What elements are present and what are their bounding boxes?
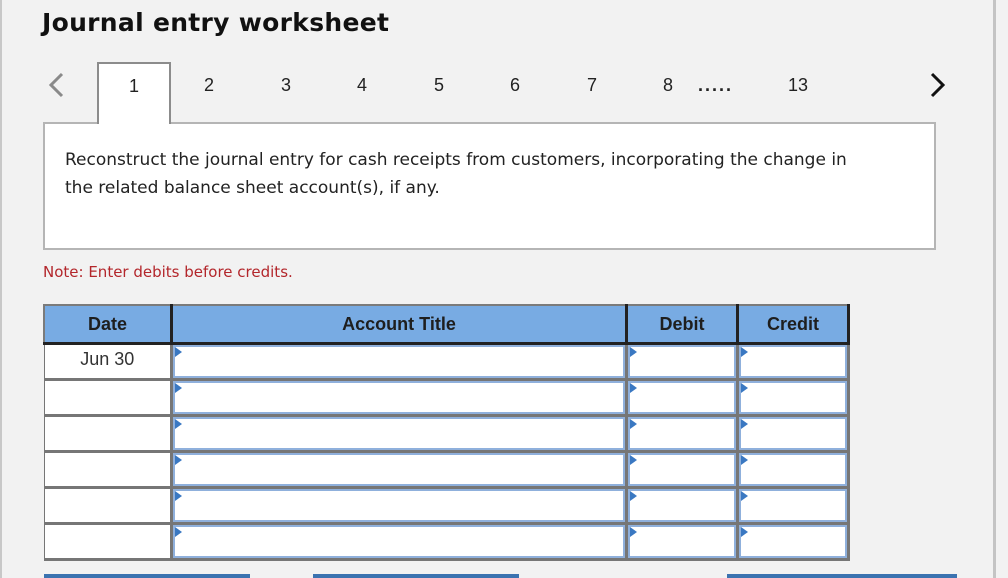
table-row: Jun 30 (43, 342, 850, 381)
note-text: Note: Enter debits before credits. (43, 263, 293, 281)
credit-input[interactable] (739, 345, 847, 378)
frame-left-border (0, 0, 2, 578)
debit-input[interactable] (628, 345, 736, 378)
next-button[interactable] (924, 70, 950, 100)
debit-input[interactable] (628, 453, 736, 486)
tab-label: 13 (787, 75, 809, 95)
tab-2[interactable]: 2 (172, 62, 246, 122)
pagination-ellipsis: ..... (698, 75, 734, 95)
tab-label: 1 (128, 76, 139, 96)
account-cell (170, 450, 628, 489)
tab-8[interactable]: 8 (631, 62, 705, 122)
account-cell (170, 414, 628, 453)
account-cell (170, 486, 628, 525)
credit-cell (736, 486, 850, 525)
table-row (43, 486, 850, 525)
credit-cell (736, 450, 850, 489)
tab-label: 7 (586, 75, 597, 95)
date-cell (43, 450, 173, 489)
debit-cell (625, 378, 739, 417)
page-title: Journal entry worksheet (42, 8, 390, 37)
question-text: Reconstruct the journal entry for cash r… (65, 150, 847, 198)
table-header-row: Date Account Title Debit Credit (43, 304, 850, 345)
bottom-button-3-edge[interactable] (727, 574, 957, 578)
credit-input[interactable] (739, 525, 847, 558)
date-cell: Jun 30 (43, 342, 173, 381)
tab-label: 8 (662, 75, 673, 95)
credit-cell (736, 522, 850, 561)
debit-cell (625, 414, 739, 453)
question-box: Reconstruct the journal entry for cash r… (43, 122, 936, 250)
account-title-input[interactable] (173, 381, 625, 414)
date-cell (43, 486, 173, 525)
frame-right-border (993, 0, 996, 578)
tab-4[interactable]: 4 (325, 62, 399, 122)
journal-table: Date Account Title Debit Credit Jun 30 (43, 304, 850, 561)
debit-cell (625, 450, 739, 489)
credit-cell (736, 342, 850, 381)
prev-button[interactable] (44, 70, 70, 100)
tab-13[interactable]: 13 (761, 62, 835, 122)
bottom-button-2-edge[interactable] (313, 574, 519, 578)
table-row (43, 378, 850, 417)
debit-input[interactable] (628, 489, 736, 522)
account-cell (170, 342, 628, 381)
table-row (43, 522, 850, 561)
chevron-left-icon (48, 72, 64, 98)
credit-input[interactable] (739, 489, 847, 522)
tab-7[interactable]: 7 (555, 62, 629, 122)
credit-input[interactable] (739, 381, 847, 414)
account-title-input[interactable] (173, 345, 625, 378)
credit-input[interactable] (739, 453, 847, 486)
account-title-input[interactable] (173, 525, 625, 558)
tab-6[interactable]: 6 (478, 62, 552, 122)
account-title-input[interactable] (173, 417, 625, 450)
account-cell (170, 522, 628, 561)
tab-label: 2 (203, 75, 214, 95)
credit-cell (736, 414, 850, 453)
tab-label: 5 (433, 75, 444, 95)
debit-input[interactable] (628, 417, 736, 450)
column-header-account-title: Account Title (170, 304, 628, 345)
tab-label: 3 (280, 75, 291, 95)
account-cell (170, 378, 628, 417)
debit-cell (625, 486, 739, 525)
debit-cell (625, 522, 739, 561)
column-header-debit: Debit (625, 304, 739, 345)
column-header-date: Date (43, 304, 173, 345)
account-title-input[interactable] (173, 489, 625, 522)
tab-1[interactable]: 1 (97, 62, 171, 124)
chevron-right-icon (930, 72, 946, 98)
tab-label: 6 (509, 75, 520, 95)
credit-input[interactable] (739, 417, 847, 450)
date-cell (43, 378, 173, 417)
table-row (43, 414, 850, 453)
bottom-button-1-edge[interactable] (44, 574, 250, 578)
debit-cell (625, 342, 739, 381)
account-title-input[interactable] (173, 453, 625, 486)
date-cell (43, 414, 173, 453)
debit-input[interactable] (628, 381, 736, 414)
credit-cell (736, 378, 850, 417)
table-row (43, 450, 850, 489)
column-header-credit: Credit (736, 304, 850, 345)
tab-label: 4 (356, 75, 367, 95)
tab-3[interactable]: 3 (249, 62, 323, 122)
debit-input[interactable] (628, 525, 736, 558)
tab-5[interactable]: 5 (402, 62, 476, 122)
date-cell (43, 522, 173, 561)
